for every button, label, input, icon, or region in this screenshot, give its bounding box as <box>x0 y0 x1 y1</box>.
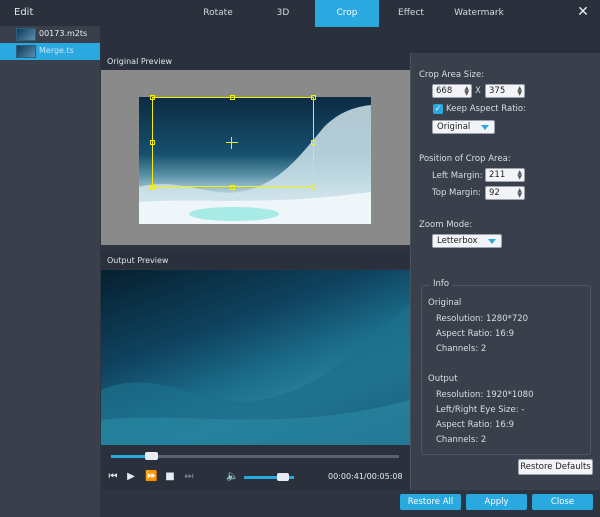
crop-center-crosshair <box>226 142 238 143</box>
video-thumbnail <box>16 45 36 58</box>
aspect-ratio-dropdown[interactable]: Original <box>432 120 495 134</box>
crop-handle-top[interactable] <box>230 95 235 100</box>
close-icon[interactable]: ✕ <box>574 3 592 21</box>
output-info-label: Output <box>428 374 458 384</box>
zoom-mode-dropdown[interactable]: Letterbox <box>432 234 502 248</box>
file-name: Merge.ts <box>39 46 74 55</box>
chevron-down-icon <box>488 239 496 244</box>
tab-watermark[interactable]: Watermark <box>443 0 515 27</box>
tab-crop[interactable]: Crop <box>315 0 379 27</box>
crop-handle-tr[interactable] <box>311 95 316 100</box>
aspect-ratio-value: Original <box>437 122 471 132</box>
apply-button[interactable]: Apply <box>466 494 527 510</box>
file-item-00173[interactable]: 00173.m2ts <box>0 26 100 43</box>
crop-handle-right[interactable] <box>311 140 316 145</box>
time-display: 00:00:41/00:05:08 <box>328 472 403 481</box>
window-title: Edit <box>14 7 34 18</box>
original-aspect: Aspect Ratio: 16:9 <box>436 329 515 339</box>
zoom-mode-label: Zoom Mode: <box>419 220 473 230</box>
crop-handle-br[interactable] <box>311 185 316 190</box>
tab-effect[interactable]: Effect <box>381 0 441 27</box>
top-margin-label: Top Margin: <box>432 188 481 198</box>
volume-icon[interactable]: 🔈 <box>226 470 238 484</box>
skip-forward-icon[interactable]: ⏭ <box>183 470 195 484</box>
crop-area-size-label: Crop Area Size: <box>419 70 485 80</box>
file-item-merge[interactable]: Merge.ts <box>0 43 100 60</box>
keep-aspect-checkbox[interactable]: ✓ <box>433 104 443 114</box>
close-button[interactable]: Close <box>532 494 593 510</box>
skip-back-icon[interactable]: ⏮ <box>107 470 119 484</box>
crop-width-input[interactable]: 668 ▲ ▼ <box>432 84 472 98</box>
original-resolution: Resolution: 1280*720 <box>436 314 529 324</box>
tab-3d[interactable]: 3D <box>253 0 313 27</box>
stop-icon[interactable]: ■ <box>164 470 176 484</box>
restore-all-button[interactable]: Restore All <box>400 494 461 510</box>
crop-handle-tl[interactable] <box>150 95 155 100</box>
original-channels: Channels: 2 <box>436 344 487 354</box>
output-preview-header: Output Preview <box>101 252 410 269</box>
left-margin-value: 211 <box>489 170 506 180</box>
crop-height-input[interactable]: 375 ▲ ▼ <box>485 84 525 98</box>
output-preview-image <box>101 270 410 445</box>
crop-height-value: 375 <box>489 86 506 96</box>
crop-handle-left[interactable] <box>150 140 155 145</box>
spinner-arrows-icon[interactable]: ▲ ▼ <box>517 188 522 199</box>
restore-defaults-button[interactable]: Restore Defaults <box>518 459 593 475</box>
keep-aspect-label: Keep Aspect Ratio: <box>446 104 526 114</box>
left-margin-input[interactable]: 211 ▲ ▼ <box>485 168 525 182</box>
output-channels: Channels: 2 <box>436 435 487 445</box>
crop-position-label: Position of Crop Area: <box>419 154 511 164</box>
file-name: 00173.m2ts <box>39 29 88 38</box>
output-aspect: Aspect Ratio: 16:9 <box>436 420 515 430</box>
crop-width-value: 668 <box>436 86 453 96</box>
top-margin-input[interactable]: 92 ▲ ▼ <box>485 186 525 200</box>
video-thumbnail <box>16 28 36 41</box>
original-info-label: Original <box>428 298 462 308</box>
top-margin-value: 92 <box>489 188 500 198</box>
info-title: Info <box>430 279 453 289</box>
volume-handle[interactable] <box>277 473 289 481</box>
output-eye-size: Left/Right Eye Size: - <box>436 405 525 415</box>
zoom-mode-value: Letterbox <box>437 236 478 246</box>
fast-forward-icon[interactable]: ⏩ <box>145 470 157 484</box>
output-resolution: Resolution: 1920*1080 <box>436 390 534 400</box>
original-preview-header: Original Preview <box>101 53 410 70</box>
crop-handle-bl[interactable] <box>150 185 155 190</box>
spinner-arrows-icon[interactable]: ▲ ▼ <box>517 86 522 97</box>
spinner-arrows-icon[interactable]: ▲ ▼ <box>517 170 522 181</box>
crop-center-crosshair <box>231 137 232 149</box>
tab-bar <box>100 26 600 53</box>
times-label: X <box>475 86 481 96</box>
seek-handle[interactable] <box>145 452 159 460</box>
tab-rotate[interactable]: Rotate <box>183 0 253 27</box>
file-list <box>0 26 100 517</box>
crop-handle-bottom[interactable] <box>230 185 235 190</box>
spinner-arrows-icon[interactable]: ▲ ▼ <box>464 86 469 97</box>
chevron-down-icon <box>481 125 489 130</box>
play-icon[interactable]: ▶ <box>125 470 137 484</box>
left-margin-label: Left Margin: <box>432 171 483 181</box>
